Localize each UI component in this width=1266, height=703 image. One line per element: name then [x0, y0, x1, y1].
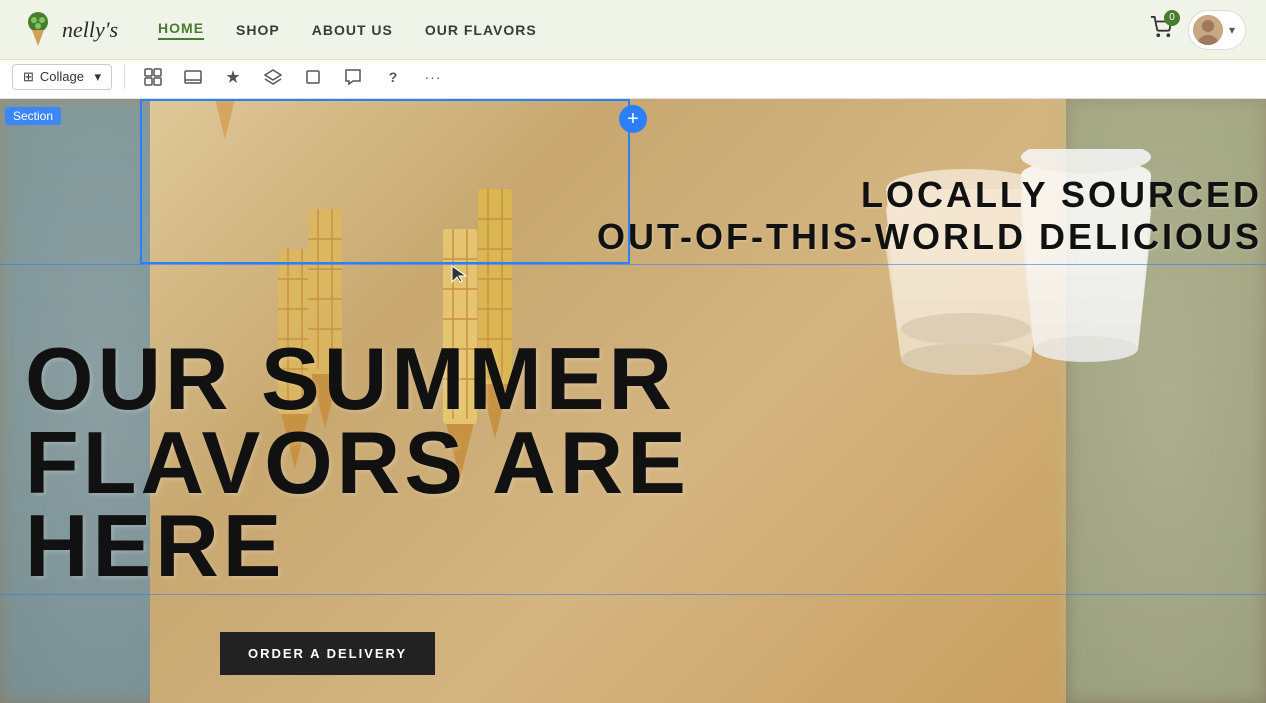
- hero-heading-line3: HERE: [25, 496, 286, 595]
- toolbar-divider-1: [124, 65, 125, 89]
- editor-toolbar: ⊞ Collage ▾: [0, 55, 1266, 99]
- help-icon-btn[interactable]: ?: [377, 61, 409, 93]
- user-menu-button[interactable]: ▾: [1188, 10, 1246, 50]
- cart-button[interactable]: 0: [1150, 16, 1172, 44]
- nav-about[interactable]: ABOUT US: [312, 22, 393, 38]
- collage-label: Collage: [40, 69, 84, 84]
- dropdown-arrow-icon: ▾: [94, 69, 101, 85]
- user-avatar: [1193, 15, 1223, 45]
- more-options-icon-btn[interactable]: ···: [417, 61, 449, 93]
- crop-icon-btn[interactable]: [297, 61, 329, 93]
- section-divider-bottom: [0, 594, 1266, 595]
- tagline-line1: LOCALLY SOURCED: [597, 174, 1262, 216]
- chevron-down-icon: ▾: [1229, 23, 1235, 37]
- preview-icon-btn[interactable]: [177, 61, 209, 93]
- collage-dropdown[interactable]: ⊞ Collage ▾: [12, 64, 112, 90]
- nav-flavors[interactable]: OUR FLAVORS: [425, 22, 537, 38]
- logo-icon: [20, 12, 56, 48]
- hero-heading: OUR SUMMER FLAVORS ARE HERE: [25, 337, 690, 588]
- navbar-right: 0 ▾: [1150, 10, 1246, 50]
- section-badge[interactable]: Section: [5, 107, 61, 125]
- tagline-line2: OUT-OF-THIS-WORLD DELICIOUS: [597, 216, 1262, 258]
- hero-main-text: OUR SUMMER FLAVORS ARE HERE: [25, 337, 690, 588]
- layout-icon-btn[interactable]: [137, 61, 169, 93]
- order-delivery-button[interactable]: ORDER A DELIVERY: [220, 632, 435, 675]
- logo[interactable]: nelly's: [20, 12, 118, 48]
- grid-small-icon: ⊞: [23, 69, 34, 85]
- comment-icon-btn[interactable]: [337, 61, 369, 93]
- cart-badge: 0: [1164, 10, 1180, 26]
- logo-text: nelly's: [62, 17, 118, 43]
- tagline-container: LOCALLY SOURCED OUT-OF-THIS-WORLD DELICI…: [597, 174, 1266, 258]
- ai-enhance-icon-btn[interactable]: [217, 61, 249, 93]
- add-section-button[interactable]: +: [619, 105, 647, 133]
- nav-shop[interactable]: SHOP: [236, 22, 280, 38]
- nav-menu: HOME SHOP ABOUT US OUR FLAVORS: [158, 20, 1150, 40]
- section-divider-top: [0, 264, 1266, 265]
- hero-section: Section + LOCALLY SOURCED OUT-OF-THIS-WO…: [0, 99, 1266, 703]
- nav-home[interactable]: HOME: [158, 20, 204, 40]
- layers-icon-btn[interactable]: [257, 61, 289, 93]
- navbar: nelly's HOME SHOP ABOUT US OUR FLAVORS 0…: [0, 0, 1266, 60]
